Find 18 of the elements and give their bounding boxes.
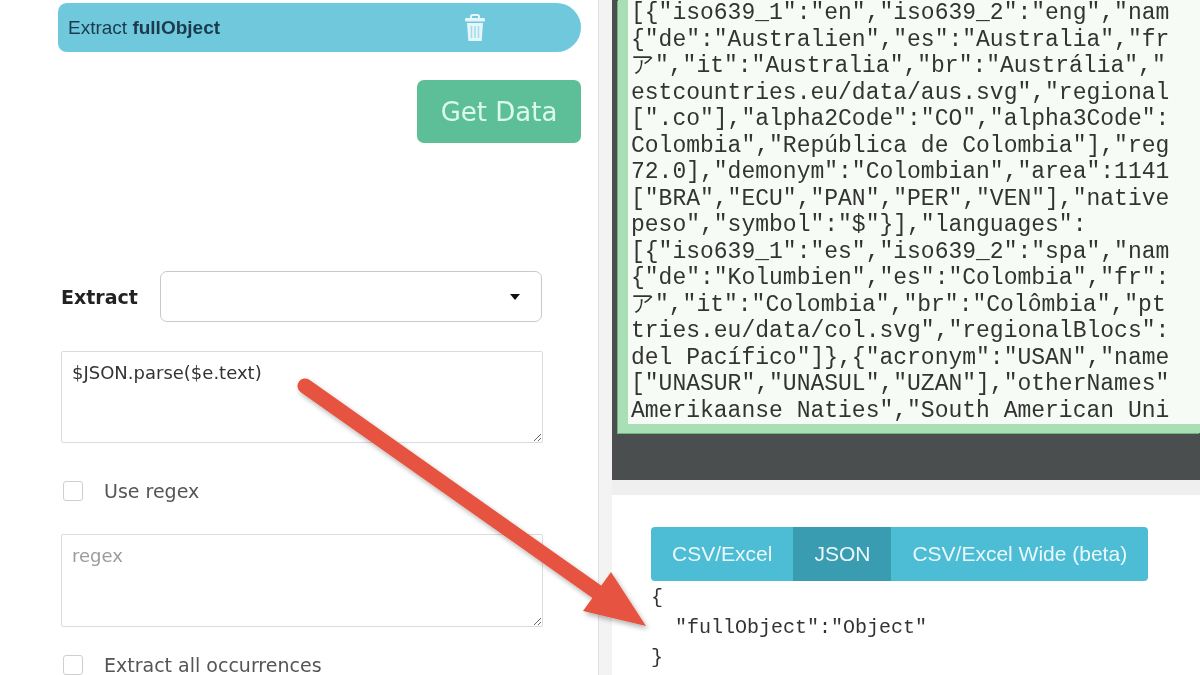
response-code: [{"iso639_1":"en","iso639_2":"eng","nam {"de":"Australien","es":"Australia","fr ア","it":"Australia","br":"Austrália"," estcountries.eu/data/aus.svg","regional [".co"],"alpha2Code":"CO","alpha3Code": Colombia","República de Colombia"],"reg 72.0],"demonym":"Colombian","area":1141 ["BRA","ECU","PAN","PER","VEN"],"native peso","symbol":"$"}],"languages": [{"iso639_1":"es","iso639_2":"spa","nam {"de":"Kolumbien","es":"Colombia","fr": ア","it":"Colombia","br":"Colômbia","pt tries.eu/data/col.svg","regionalBlocs": del Pacífico"]},{"acronym":"USAN","name ["UNASUR","UNASUL","UZAN"],"otherNames" Amerikaanse Naties","South American Uni [618, 0, 1200, 433]
expression-field[interactable]: $JSON.parse($e.text) [61, 351, 543, 443]
extractor-label: Extract fullObject [68, 16, 222, 39]
checkbox[interactable] [63, 481, 83, 501]
output-tab[interactable]: CSV/Excel Wide (beta) [891, 527, 1149, 581]
extractor-item[interactable]: Extract fullObject [58, 3, 581, 52]
regex-field[interactable]: regex [61, 534, 543, 627]
checkbox[interactable] [63, 655, 83, 675]
get-data-button[interactable]: Get Data [417, 80, 581, 143]
extract-all-label: Extract all occurrences [104, 654, 322, 675]
use-regex-label: Use regex [104, 480, 200, 502]
json-output: { "fullObject":"Object" } [651, 585, 929, 671]
extract-label: Extract [61, 285, 139, 308]
output-tab[interactable]: JSON [793, 527, 892, 581]
extract-select[interactable] [160, 271, 542, 322]
caret-icon [510, 293, 520, 300]
output-tab[interactable]: CSV/Excel [651, 527, 794, 581]
trash-icon[interactable] [463, 13, 487, 42]
